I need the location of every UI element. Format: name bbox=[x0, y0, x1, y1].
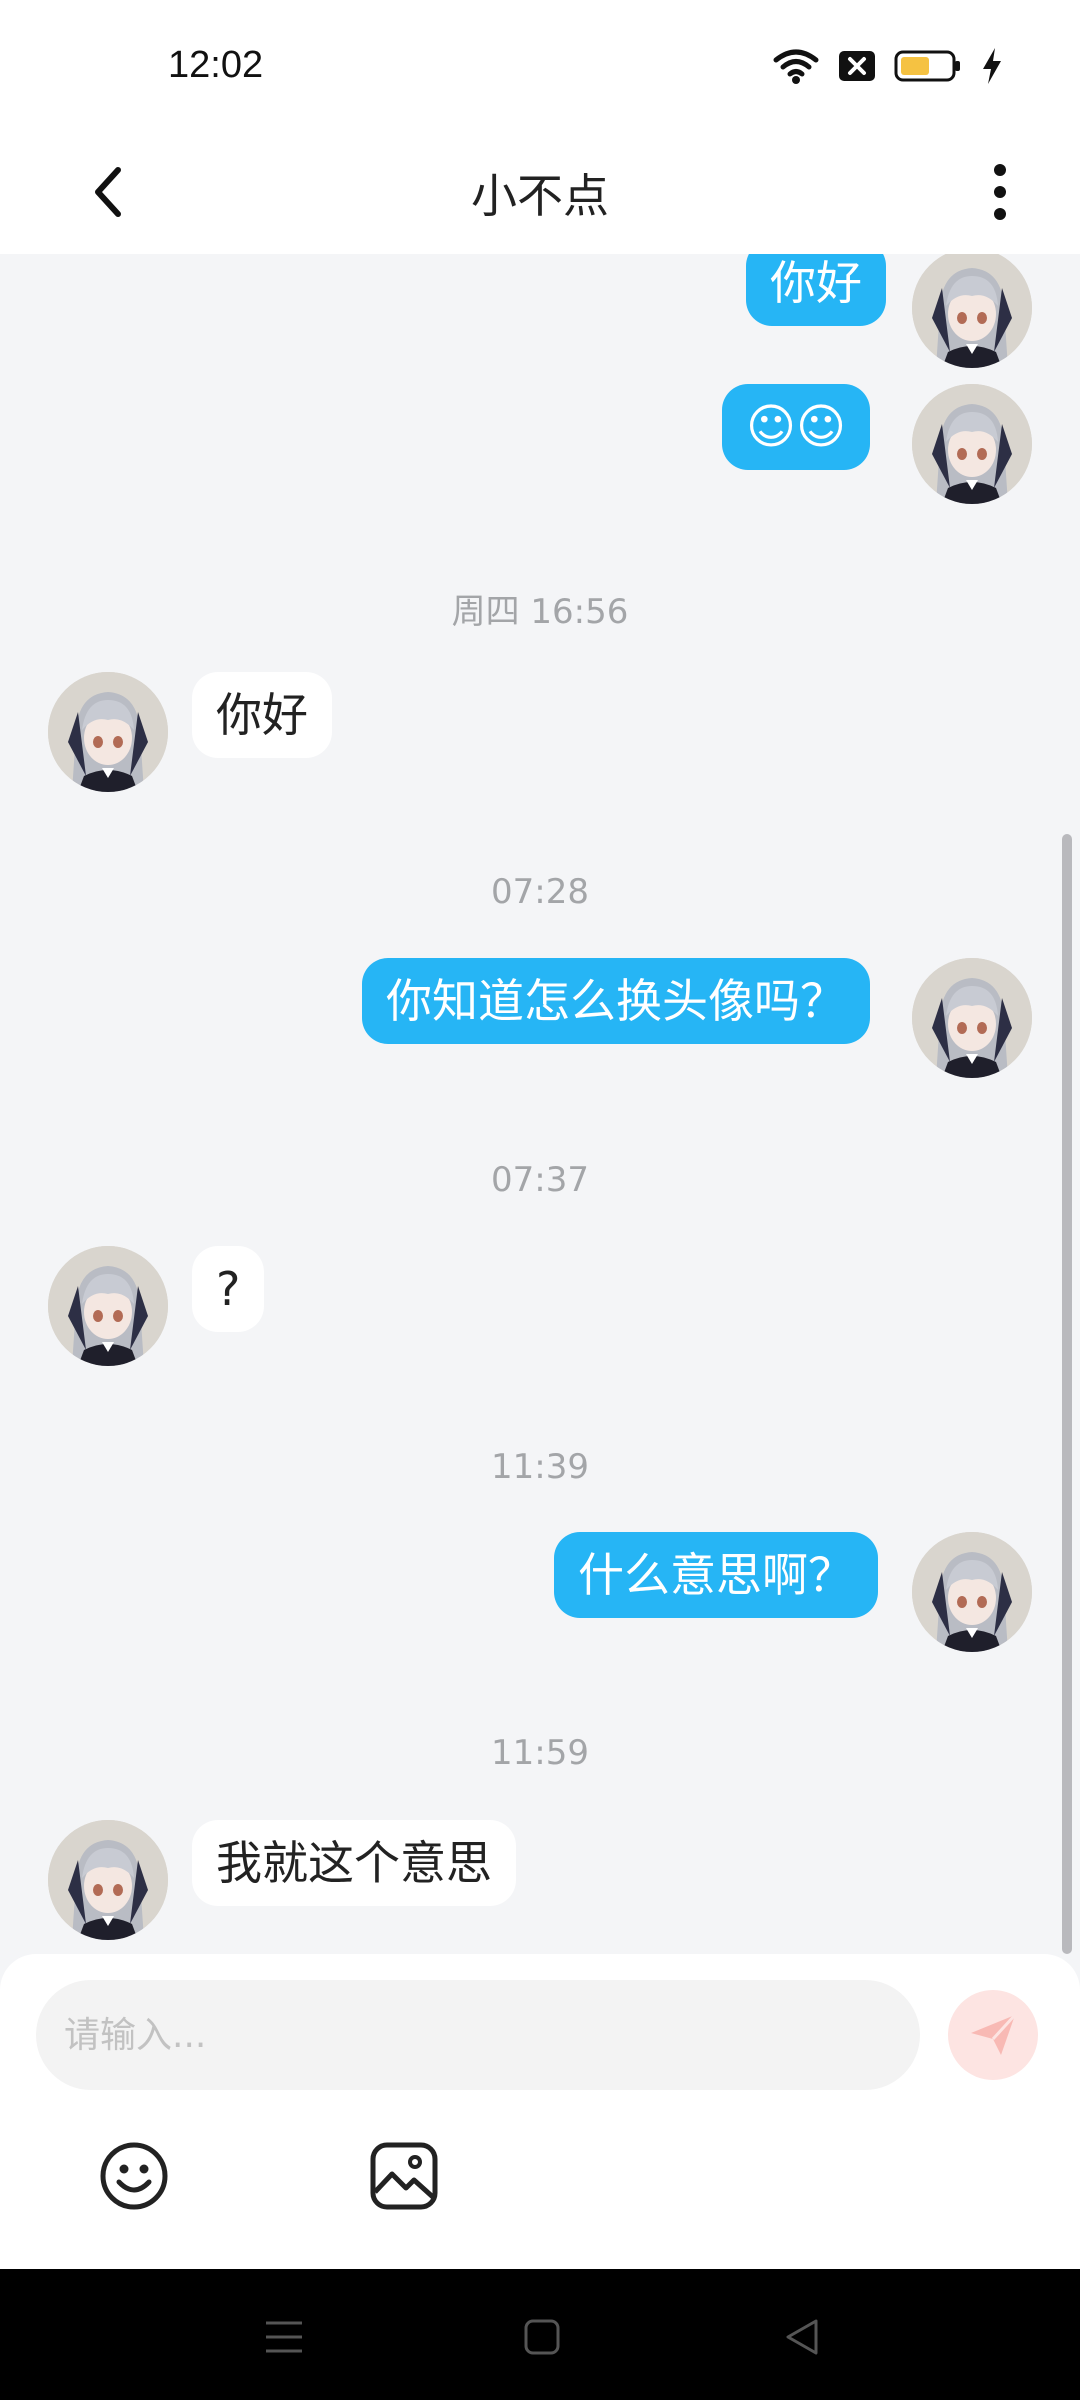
chat-header: 小不点 bbox=[0, 130, 1080, 254]
image-button[interactable] bbox=[366, 2138, 442, 2214]
status-bar: 12:02 bbox=[0, 0, 1080, 130]
message-bubble-incoming[interactable]: 你好 bbox=[192, 672, 332, 758]
avatar-image bbox=[48, 1820, 168, 1940]
send-button[interactable] bbox=[948, 1990, 1038, 2080]
timestamp: 11:39 bbox=[491, 1447, 589, 1487]
system-navigation-bar bbox=[0, 2269, 1080, 2400]
timestamp: 周四 16:56 bbox=[451, 592, 629, 632]
emoji-icon bbox=[100, 2142, 168, 2210]
message-bubble-incoming[interactable]: ? bbox=[192, 1246, 265, 1332]
avatar[interactable] bbox=[912, 254, 1032, 368]
avatar[interactable] bbox=[912, 384, 1032, 504]
image-icon bbox=[370, 2142, 438, 2210]
wifi-icon bbox=[772, 46, 820, 90]
avatar-image bbox=[912, 1532, 1032, 1652]
charging-icon bbox=[980, 47, 1004, 89]
input-panel bbox=[0, 1954, 1080, 2269]
menu-icon bbox=[266, 2321, 302, 2353]
menu-button[interactable] bbox=[254, 2307, 314, 2367]
emoji-button[interactable] bbox=[96, 2138, 172, 2214]
status-icons bbox=[772, 48, 1004, 88]
timestamp: 11:59 bbox=[491, 1733, 589, 1773]
more-options-button[interactable] bbox=[960, 152, 1040, 232]
avatar[interactable] bbox=[48, 672, 168, 792]
message-bubble-outgoing[interactable]: 你好 bbox=[746, 254, 886, 326]
message-bubble-outgoing[interactable]: 什么意思啊？ bbox=[554, 1532, 878, 1618]
timestamp: 07:37 bbox=[491, 1160, 589, 1200]
message-list[interactable]: 你好 ☺☺ 周四 16:56 你好 07:28 你知道怎么换头像吗？ 07:37… bbox=[0, 254, 1080, 1954]
message-bubble-outgoing[interactable]: 你知道怎么换头像吗？ bbox=[362, 958, 870, 1044]
message-bubble-outgoing[interactable]: ☺☺ bbox=[722, 384, 871, 470]
triangle-back-icon bbox=[786, 2319, 818, 2355]
no-sim-icon bbox=[838, 49, 876, 87]
back-nav-button[interactable] bbox=[772, 2307, 832, 2367]
avatar-image bbox=[912, 384, 1032, 504]
more-vertical-icon bbox=[994, 164, 1006, 220]
timestamp: 07:28 bbox=[491, 872, 589, 912]
home-icon bbox=[524, 2319, 560, 2355]
avatar[interactable] bbox=[912, 958, 1032, 1078]
send-icon bbox=[971, 2013, 1017, 2055]
message-input[interactable] bbox=[36, 1980, 920, 2090]
status-time: 12:02 bbox=[168, 44, 264, 86]
page-title: 小不点 bbox=[471, 169, 609, 223]
avatar-image bbox=[48, 672, 168, 792]
message-bubble-incoming[interactable]: 我就这个意思 bbox=[192, 1820, 516, 1906]
avatar[interactable] bbox=[48, 1246, 168, 1366]
battery-icon bbox=[894, 49, 962, 87]
home-button[interactable] bbox=[512, 2307, 572, 2367]
avatar[interactable] bbox=[48, 1820, 168, 1940]
avatar[interactable] bbox=[912, 1532, 1032, 1652]
scrollbar[interactable] bbox=[1062, 834, 1072, 1954]
avatar-image bbox=[912, 254, 1032, 368]
avatar-image bbox=[48, 1246, 168, 1366]
avatar-image bbox=[912, 958, 1032, 1078]
